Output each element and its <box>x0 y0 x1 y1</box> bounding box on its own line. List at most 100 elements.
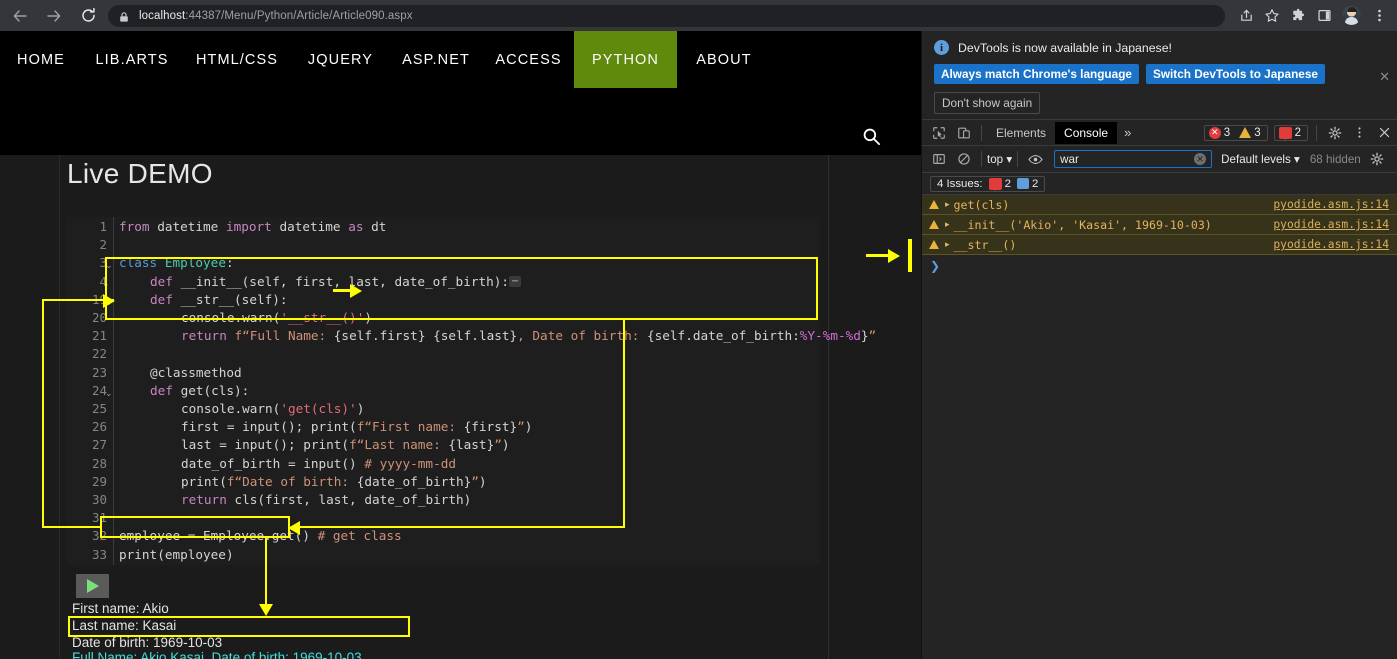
code-token: get(cls): <box>180 382 250 398</box>
code-token: print( <box>181 473 227 489</box>
inspect-element-icon[interactable] <box>926 121 951 145</box>
always-match-language-button[interactable]: Always match Chrome's language <box>934 64 1139 84</box>
side-panel-icon[interactable] <box>1311 3 1337 29</box>
error-count: 3 <box>1223 126 1231 139</box>
console-message-row[interactable]: ▸ __str__() pyodide.asm.js:14 <box>922 235 1397 255</box>
execution-context-label: top <box>987 153 1004 166</box>
three-dot-menu-icon[interactable] <box>1366 3 1392 29</box>
code-line: return f“Full Name: {self.first} {self.l… <box>119 327 876 345</box>
error-warning-badge[interactable]: ✕ 3 3 <box>1203 124 1268 141</box>
gear-icon[interactable] <box>1322 121 1347 145</box>
nav-item-home[interactable]: HOME <box>0 31 82 88</box>
code-token: ” <box>471 473 479 489</box>
more-tabs-chevron-icon[interactable]: » <box>1117 125 1138 140</box>
console-settings-gear-icon[interactable] <box>1365 147 1390 171</box>
star-icon[interactable] <box>1259 3 1285 29</box>
console-message-row[interactable]: ▸ __init__('Akio', 'Kasai', 1969-10-03) py… <box>922 215 1397 235</box>
lock-icon <box>118 10 130 22</box>
console-prompt[interactable]: ❯ <box>922 255 1397 277</box>
error-icon: ✕ <box>1208 126 1221 139</box>
back-arrow-icon[interactable] <box>6 2 34 30</box>
devtools-tabbar: Elements Console » ✕ 3 3 2 <box>922 120 1397 146</box>
nav-item-label: JQUERY <box>307 51 374 68</box>
console-message-source[interactable]: pyodide.asm.js:14 <box>1273 198 1389 211</box>
clear-input-icon[interactable]: ✕ <box>1194 153 1207 165</box>
forward-arrow-icon[interactable] <box>40 2 68 30</box>
expand-chevron-icon[interactable]: ▸ <box>945 239 950 250</box>
nav-item-html-css[interactable]: HTML/CSS <box>182 31 292 88</box>
console-prompt-chevron: ❯ <box>930 259 941 273</box>
code-token: Date of birth: <box>532 328 647 344</box>
clear-console-icon[interactable] <box>951 147 976 171</box>
line-number: 27 <box>91 437 107 453</box>
issues-pill[interactable]: 4 Issues: 2 2 <box>930 175 1046 192</box>
line-number: 1 <box>99 219 107 234</box>
console-message-text: __str__() <box>953 237 1017 252</box>
code-token: def <box>150 291 181 307</box>
filter-value: war <box>1060 152 1079 166</box>
code-line: first = input(); print(f“First name: {fi… <box>119 418 532 436</box>
code-token: '__str__()' <box>280 310 365 325</box>
nav-item-asp-net[interactable]: ASP.NET <box>389 31 483 88</box>
code-token: (self, first, last, date_of_birth): <box>241 273 510 289</box>
code-token: : <box>225 255 234 271</box>
reload-icon[interactable] <box>74 2 102 30</box>
code-token: f“First name: <box>356 419 464 435</box>
code-text-area[interactable]: from datetime import datetime as dt class… <box>115 217 876 565</box>
profile-avatar[interactable] <box>1342 6 1361 25</box>
console-message-row[interactable]: ▸ get(cls) pyodide.asm.js:14 <box>922 195 1397 215</box>
dont-show-again-button[interactable]: Don't show again <box>934 92 1041 114</box>
nav-item-label: HTML/CSS <box>195 51 279 68</box>
issues-badge[interactable]: 2 <box>1273 124 1308 141</box>
expand-chevron-icon[interactable]: ▸ <box>945 199 950 210</box>
nav-item-access[interactable]: ACCESS <box>483 31 574 88</box>
search-icon[interactable] <box>862 127 881 151</box>
code-token: return <box>181 328 235 344</box>
nav-item-jquery[interactable]: JQUERY <box>292 31 389 88</box>
address-bar[interactable]: localhost:44387/Menu/Python/Article/Arti… <box>108 4 1225 27</box>
line-number: 20 <box>91 310 107 325</box>
warning-icon <box>929 200 939 209</box>
tab-elements[interactable]: Elements <box>987 122 1055 144</box>
devtools-language-banner: i DevTools is now available in Japanese!… <box>922 31 1397 120</box>
execution-context-selector[interactable]: top ▾ <box>987 152 1012 166</box>
close-icon[interactable]: ✕ <box>1379 69 1390 85</box>
puzzle-icon[interactable] <box>1285 3 1311 29</box>
code-token: (self): <box>234 291 288 307</box>
expand-chevron-icon[interactable]: ▸ <box>945 219 950 230</box>
nav-item-python[interactable]: PYTHON <box>574 31 677 88</box>
nav-item-lib-arts[interactable]: LIB.ARTS <box>82 31 182 88</box>
code-token: {self.last} <box>433 328 518 344</box>
console-sidebar-icon[interactable] <box>926 147 951 171</box>
line-number: 2 <box>99 237 107 253</box>
code-token: ” <box>494 437 502 453</box>
code-token: ” <box>868 328 877 344</box>
code-token: {self.date_of_birth: <box>647 328 800 344</box>
device-toolbar-icon[interactable] <box>951 121 976 145</box>
banner-message: DevTools is now available in Japanese! <box>958 40 1172 55</box>
switch-to-japanese-button[interactable]: Switch DevTools to Japanese <box>1145 64 1325 84</box>
line-number: 33 <box>91 546 107 562</box>
line-number: 23 <box>91 364 107 380</box>
code-line: def __init__(self, first, last, date_of_… <box>119 273 522 291</box>
nav-item-about[interactable]: ABOUT <box>677 31 771 88</box>
issues-bar: 4 Issues: 2 2 <box>922 173 1397 195</box>
output-highlight-line: Full Name: Akio Kasai, Date of birth: 19… <box>72 650 362 659</box>
log-levels-dropdown[interactable]: Default levels ▾ <box>1221 152 1300 166</box>
console-message-source[interactable]: pyodide.asm.js:14 <box>1273 218 1389 231</box>
share-icon[interactable] <box>1233 3 1259 29</box>
output-line-3: Date of birth: 1969-10-03 <box>72 635 223 650</box>
live-expression-icon[interactable] <box>1023 147 1048 171</box>
code-token: def <box>150 273 181 289</box>
code-token: Employee <box>164 255 226 271</box>
site-header: HOME LIB.ARTS HTML/CSS JQUERY ASP.NET ACCESS P… <box>0 31 921 88</box>
tab-console[interactable]: Console <box>1055 121 1118 144</box>
run-button[interactable] <box>76 574 109 598</box>
close-icon[interactable] <box>1372 121 1397 145</box>
three-dot-menu-icon[interactable] <box>1347 121 1372 145</box>
code-editor[interactable]: 1 2 3 ⌄ 4 › 19 ⌄ 20 21 22 23 24 ⌄ 25 26 27 28 29 30 31 32 33 f… <box>67 217 876 565</box>
code-token: ” <box>517 419 525 435</box>
console-message-source[interactable]: pyodide.asm.js:14 <box>1273 238 1389 251</box>
output-line-1: First name: Akio <box>72 601 169 616</box>
console-filter-input[interactable]: war ✕ <box>1054 150 1213 168</box>
